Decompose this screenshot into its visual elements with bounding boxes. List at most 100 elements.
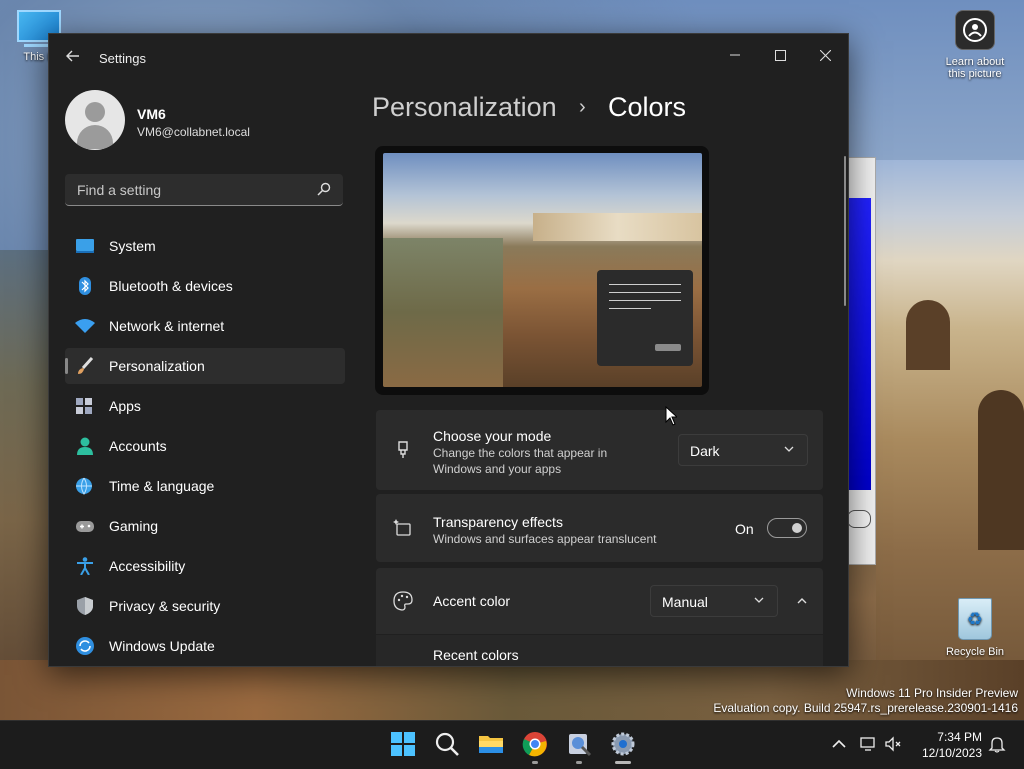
nav-label: Accounts	[109, 438, 167, 454]
notification-bell-icon[interactable]	[988, 735, 1006, 753]
recycle-bin-desktop-icon[interactable]: ♻ Recycle Bin	[942, 598, 1008, 658]
learn-label-1: Learn about	[945, 56, 1005, 68]
search-icon[interactable]	[317, 182, 331, 196]
clock[interactable]: 7:34 PM 12/10/2023	[908, 729, 982, 761]
nav-item-network[interactable]: Network & internet	[65, 308, 345, 344]
nav-label: Privacy & security	[109, 598, 221, 614]
palette-icon	[393, 591, 413, 611]
update-icon	[76, 637, 94, 655]
bluetooth-icon	[79, 277, 91, 295]
watermark-line-2: Evaluation copy. Build 25947.rs_prerelea…	[713, 701, 1018, 715]
brush-icon	[78, 357, 94, 374]
close-icon	[819, 49, 831, 61]
accent-dropdown[interactable]: Manual	[650, 585, 778, 617]
chevron-up-icon[interactable]	[830, 735, 848, 753]
taskbar-indicator	[532, 761, 538, 764]
recycle-bin-label: Recycle Bin	[945, 646, 1005, 658]
mode-desc: Change the colors that appear in Windows…	[433, 446, 608, 476]
nav-item-personalization[interactable]: Personalization	[65, 348, 345, 384]
wallpaper-arch	[906, 300, 950, 370]
nav-item-accounts[interactable]: Accounts	[65, 428, 345, 464]
title-bar[interactable]: Settings	[49, 34, 848, 82]
nav-item-system[interactable]: System	[65, 228, 345, 264]
close-button[interactable]	[802, 40, 848, 70]
app-icon[interactable]	[566, 731, 592, 757]
watermark-line-1: Windows 11 Pro Insider Preview	[846, 686, 1018, 700]
transparency-title: Transparency effects	[433, 514, 563, 530]
accent-title: Accent color	[433, 593, 511, 609]
windows-start-icon[interactable]	[390, 731, 416, 757]
chrome-icon[interactable]	[522, 731, 548, 757]
nav-item-privacy[interactable]: Privacy & security	[65, 588, 345, 624]
recent-colors-section: Recent colors	[376, 635, 823, 666]
user-name: VM6	[137, 106, 166, 122]
recent-colors-label: Recent colors	[433, 647, 519, 663]
mouse-cursor-icon	[665, 406, 677, 426]
recycle-bin-icon: ♻	[958, 598, 992, 640]
collapse-button[interactable]	[789, 588, 815, 614]
user-email: VM6@collabnet.local	[137, 125, 250, 139]
search-box[interactable]	[65, 174, 343, 206]
paint-bucket-icon	[398, 441, 408, 458]
accounts-icon	[77, 437, 93, 455]
taskbar-indicator	[576, 761, 582, 764]
accent-value: Manual	[662, 594, 708, 610]
wifi-icon	[75, 319, 95, 333]
accent-card[interactable]: Accent color Manual	[376, 568, 823, 634]
transparency-desc: Windows and surfaces appear translucent	[433, 532, 657, 546]
nav-item-time-language[interactable]: Time & language	[65, 468, 345, 504]
chevron-down-icon	[784, 446, 794, 452]
maximize-button[interactable]	[757, 40, 803, 70]
accessibility-icon	[77, 557, 93, 575]
theme-preview	[375, 146, 709, 395]
nav-list: System Bluetooth & devices Network & int…	[65, 228, 345, 666]
camera-circle-icon	[955, 10, 995, 50]
transparency-toggle[interactable]	[767, 518, 807, 538]
minimize-button[interactable]	[712, 40, 758, 70]
apps-icon	[76, 398, 92, 414]
search-icon[interactable]	[434, 731, 460, 757]
taskbar-indicator-active	[615, 761, 631, 764]
nav-label: Apps	[109, 398, 141, 414]
nav-item-accessibility[interactable]: Accessibility	[65, 548, 345, 584]
network-icon[interactable]	[860, 735, 878, 753]
minimize-icon	[730, 54, 740, 56]
back-arrow-icon[interactable]	[65, 48, 83, 66]
mode-value: Dark	[690, 443, 720, 459]
search-input[interactable]	[75, 181, 309, 199]
breadcrumb-parent[interactable]: Personalization	[372, 92, 557, 123]
nav-label: Time & language	[109, 478, 215, 494]
sparkle-window-icon	[393, 519, 411, 536]
maximize-icon	[774, 49, 786, 61]
nav-label: Network & internet	[109, 318, 225, 334]
window-title: Settings	[99, 51, 146, 66]
nav-label: Personalization	[109, 358, 205, 374]
background-window[interactable]	[846, 157, 876, 565]
evaluation-watermark: Windows 11 Pro Insider Preview Evaluatio…	[713, 686, 1018, 716]
learn-label-2: this picture	[948, 68, 1002, 80]
settings-icon[interactable]	[610, 731, 636, 757]
learn-about-picture-icon[interactable]: Learn about this picture	[938, 10, 1012, 80]
breadcrumb-separator: ›	[579, 96, 586, 118]
nav-label: Bluetooth & devices	[109, 278, 233, 294]
clock-time: 7:34 PM	[937, 730, 982, 744]
background-window-panel	[849, 198, 871, 490]
mode-dropdown[interactable]: Dark	[678, 434, 808, 466]
nav-item-apps[interactable]: Apps	[65, 388, 345, 424]
taskbar: 7:34 PM 12/10/2023	[0, 720, 1024, 769]
scrollbar[interactable]	[844, 156, 846, 306]
gamepad-icon	[76, 521, 94, 532]
nav-label: Accessibility	[109, 558, 186, 574]
nav-item-gaming[interactable]: Gaming	[65, 508, 345, 544]
avatar[interactable]	[65, 90, 125, 150]
nav-label: Windows Update	[109, 638, 215, 654]
nav-item-windows-update[interactable]: Windows Update	[65, 628, 345, 664]
background-window-button[interactable]	[847, 510, 871, 528]
shield-icon	[77, 597, 93, 615]
nav-item-bluetooth[interactable]: Bluetooth & devices	[65, 268, 345, 304]
mode-card: Choose your mode Change the colors that …	[376, 410, 823, 490]
volume-muted-icon[interactable]	[884, 735, 902, 753]
preview-window-sample	[597, 270, 693, 366]
file-explorer-icon[interactable]	[478, 731, 504, 757]
nav-label: Gaming	[109, 518, 159, 534]
